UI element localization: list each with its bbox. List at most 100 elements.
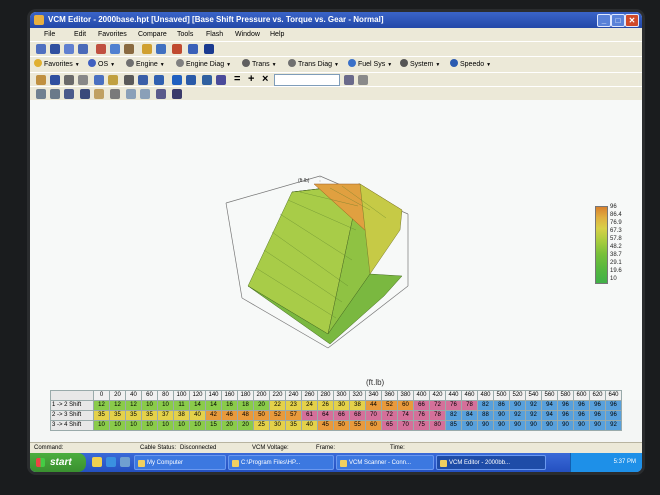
smooth-icon[interactable]	[216, 75, 226, 85]
table-cell[interactable]: 12	[93, 400, 110, 411]
nav-speedo-button[interactable]: Speedo ▼	[450, 57, 491, 72]
table-cell[interactable]: 38	[349, 400, 366, 411]
column-header[interactable]: 420	[429, 390, 446, 401]
column-header[interactable]: 600	[573, 390, 590, 401]
table-cell[interactable]: 70	[397, 420, 414, 431]
table-cell[interactable]: 90	[509, 400, 526, 411]
units-icon[interactable]	[140, 89, 150, 99]
table-cell[interactable]: 18	[237, 400, 254, 411]
table-cell[interactable]: 92	[509, 410, 526, 421]
table-cell[interactable]: 10	[141, 400, 158, 411]
table-cell[interactable]: 90	[493, 410, 510, 421]
table-cell[interactable]: 57	[285, 410, 302, 421]
nav-favorites-button[interactable]: Favorites ▼	[34, 57, 80, 72]
flash-icon[interactable]	[172, 44, 182, 54]
table-cell[interactable]: 72	[381, 410, 398, 421]
table-cell[interactable]: 46	[221, 410, 238, 421]
table-cell[interactable]: 10	[173, 420, 190, 431]
undo-icon[interactable]	[138, 75, 148, 85]
task-my-computer[interactable]: My Computer	[134, 455, 226, 470]
table-cell[interactable]: 20	[221, 420, 238, 431]
table-cell[interactable]: 90	[557, 420, 574, 431]
table-cell[interactable]: 82	[445, 410, 462, 421]
table-cell[interactable]: 35	[93, 410, 110, 421]
paste-special-icon[interactable]	[186, 75, 196, 85]
table-cell[interactable]: 64	[317, 410, 334, 421]
column-header[interactable]: 60	[141, 390, 158, 401]
read-vehicle-icon[interactable]	[96, 44, 106, 54]
apply-icon[interactable]	[344, 75, 354, 85]
table-cell[interactable]: 50	[253, 410, 270, 421]
table-cell[interactable]: 66	[333, 410, 350, 421]
table-cell[interactable]: 90	[541, 420, 558, 431]
table-cell[interactable]: 75	[413, 420, 430, 431]
table-cell[interactable]: 61	[301, 410, 318, 421]
options-icon[interactable]	[358, 75, 368, 85]
table-cell[interactable]: 23	[285, 400, 302, 411]
table-cell[interactable]: 90	[509, 420, 526, 431]
column-header[interactable]: 140	[205, 390, 222, 401]
column-header[interactable]: 160	[221, 390, 238, 401]
column-header[interactable]: 460	[461, 390, 478, 401]
column-header[interactable]: 380	[397, 390, 414, 401]
vehicle-info-icon[interactable]	[142, 44, 152, 54]
column-header[interactable]: 400	[413, 390, 430, 401]
column-header[interactable]: 0	[93, 390, 110, 401]
copy-icon[interactable]	[64, 75, 74, 85]
maximize-button[interactable]: □	[611, 14, 625, 27]
table-cell[interactable]: 84	[461, 410, 478, 421]
table-cell[interactable]: 50	[333, 420, 350, 431]
copy-selection-icon[interactable]	[172, 75, 182, 85]
scanner-icon[interactable]	[156, 44, 166, 54]
table-cell[interactable]: 96	[573, 400, 590, 411]
column-header[interactable]: 300	[333, 390, 350, 401]
table-cell[interactable]: 92	[525, 410, 542, 421]
table-cell[interactable]: 78	[429, 410, 446, 421]
table-cell[interactable]: 52	[269, 410, 286, 421]
column-header[interactable]: 520	[509, 390, 526, 401]
table-cell[interactable]: 96	[573, 410, 590, 421]
write-vehicle-icon[interactable]	[110, 44, 120, 54]
table-cell[interactable]: 66	[413, 400, 430, 411]
chart-2d-icon[interactable]	[50, 89, 60, 99]
table-cell[interactable]: 16	[221, 400, 238, 411]
zoom-icon[interactable]	[156, 89, 166, 99]
save-icon[interactable]	[50, 44, 60, 54]
table-cell[interactable]: 37	[157, 410, 174, 421]
table-cell[interactable]: 68	[349, 410, 366, 421]
table-cell[interactable]: 12	[125, 400, 142, 411]
column-header[interactable]: 100	[173, 390, 190, 401]
column-header[interactable]: 340	[365, 390, 382, 401]
table-cell[interactable]: 60	[365, 420, 382, 431]
table-cell[interactable]: 72	[429, 400, 446, 411]
table-cell[interactable]: 96	[605, 400, 622, 411]
table-cell[interactable]: 78	[461, 400, 478, 411]
table-cell[interactable]: 30	[333, 400, 350, 411]
nav-system-button[interactable]: System ▼	[400, 57, 440, 72]
column-header[interactable]: 240	[285, 390, 302, 401]
save-all-icon[interactable]	[64, 44, 74, 54]
save-table-icon[interactable]	[50, 75, 60, 85]
column-header[interactable]: 320	[349, 390, 366, 401]
table-cell[interactable]: 94	[541, 400, 558, 411]
table-cell[interactable]: 96	[589, 410, 606, 421]
interpolate-icon[interactable]	[202, 75, 212, 85]
table-cell[interactable]: 90	[589, 420, 606, 431]
table-cell[interactable]: 96	[589, 400, 606, 411]
column-header[interactable]: 120	[189, 390, 206, 401]
grid-icon[interactable]	[80, 89, 90, 99]
menu-edit[interactable]: Edit	[74, 28, 86, 41]
table-cell[interactable]: 25	[253, 420, 270, 431]
menu-favorites[interactable]: Favorites	[98, 28, 127, 41]
table-cell[interactable]: 10	[141, 420, 158, 431]
plus-button[interactable]: +	[248, 73, 254, 86]
table-cell[interactable]: 74	[397, 410, 414, 421]
edit-value-input[interactable]	[274, 74, 340, 86]
table-cell[interactable]: 20	[253, 400, 270, 411]
column-header[interactable]: 540	[525, 390, 542, 401]
table-cell[interactable]: 90	[573, 420, 590, 431]
column-header[interactable]: 440	[445, 390, 462, 401]
start-button[interactable]: start	[30, 453, 86, 472]
minimize-button[interactable]: _	[597, 14, 611, 27]
nav-fuel-sys-button[interactable]: Fuel Sys ▼	[348, 57, 392, 72]
